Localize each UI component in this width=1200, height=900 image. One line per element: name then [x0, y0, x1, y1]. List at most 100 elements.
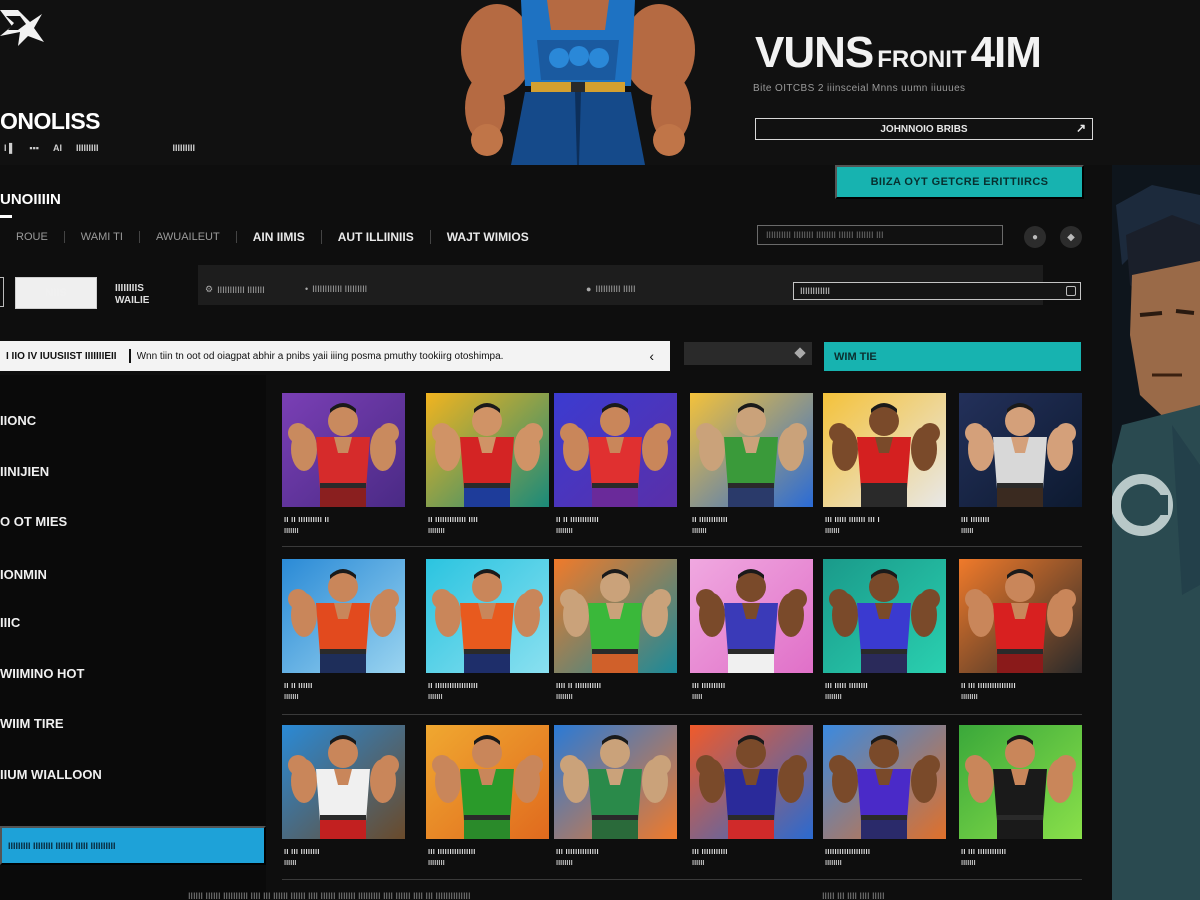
fighter-thumbnail[interactable] [554, 725, 677, 839]
arrow-icon: ↗ [1075, 121, 1086, 135]
fighter-subcaption: IIIIII [961, 526, 974, 535]
fighter-thumbnail[interactable] [690, 393, 813, 507]
filter-pill-edge[interactable] [0, 277, 4, 307]
settings-icon: ⚙ [205, 284, 214, 294]
filter-pill-side-line: WAILIE [115, 295, 150, 306]
fighter-caption: IIII II IIIIIIIIIII [556, 681, 602, 690]
tab-1[interactable]: ROUE [0, 231, 65, 243]
fighter-thumbnail[interactable] [823, 559, 946, 673]
fighter-caption: II III IIIIIIIIIIII [961, 847, 1007, 856]
brand-subnav-item[interactable]: ▪▪▪ [29, 143, 39, 153]
sidebar-cta-button[interactable]: IIIIIIIII IIIIIIII IIIIIII IIIII IIIIIII… [0, 826, 266, 865]
footer-text-right: IIIII III IIII IIII IIIII [822, 891, 885, 900]
fighter-caption: III IIIIIIIIIIIIII [556, 847, 599, 856]
brand-subnav-item[interactable]: IIIIIIIII [76, 143, 99, 153]
filter-bar-label: IIIIIIIIIII IIIIIII [217, 284, 265, 295]
fighter-thumbnail[interactable] [426, 393, 549, 507]
filter-bar-item[interactable]: • IIIIIIIIIIII IIIIIIIII [305, 284, 367, 294]
search-input[interactable] [757, 225, 1003, 245]
fighter-caption: II IIIIIIIIIIII [692, 515, 728, 524]
sidebar-item[interactable]: WIIM TIRE [0, 716, 64, 731]
brand-subnav-item[interactable]: IIIIIIIII [172, 143, 195, 153]
fighter-thumbnail[interactable] [426, 725, 549, 839]
grid-row-divider [282, 546, 1082, 547]
eye-icon[interactable]: ● [1024, 226, 1046, 248]
brand-subnav-item[interactable]: l ▌ [4, 143, 15, 153]
brand-name[interactable]: ONOLISS [0, 108, 101, 135]
hero-banner: ONOLISS l ▌ ▪▪▪ AI IIIIIIIII IIIIIIIII V… [0, 0, 1200, 165]
fighter-caption: III IIIIIIII [961, 515, 990, 524]
brand-logo-icon[interactable] [0, 6, 44, 48]
tab-4[interactable]: AIN IIMIS [237, 230, 322, 244]
square-icon[interactable] [1066, 286, 1076, 296]
hero-cta-label: JOHNNOIO BRIBS [880, 123, 968, 135]
footer-text: IIIIII IIIIII IIIIIIIIII IIII III IIIIII… [188, 891, 471, 900]
filter-pill-side[interactable]: IIIIIIIIS WAILIE [115, 283, 149, 307]
fighter-thumbnail[interactable] [959, 725, 1082, 839]
sidebar-item[interactable]: WIIMINO HOT [0, 666, 85, 681]
tab-bar: ROUE WAMI TI AWUAILEUT AIN IIMIS AUT ILL… [0, 227, 545, 247]
sidebar-item[interactable]: IIONC [0, 413, 36, 428]
fighter-subcaption: IIIIIII [692, 526, 707, 535]
hero-title-part3: 4IM [970, 28, 1042, 77]
sidebar-item[interactable]: O OT MIES [0, 514, 67, 529]
tab-3[interactable]: AWUAILEUT [140, 231, 237, 243]
fighter-thumbnail[interactable] [690, 725, 813, 839]
tab-6[interactable]: WAJT WIMIOS [431, 230, 545, 244]
hero-title-part2: FRONIT [877, 46, 967, 73]
filter-input[interactable] [793, 282, 1081, 300]
chevron-left-icon[interactable]: ‹ [633, 348, 670, 364]
sidebar-item[interactable]: IIUM WIALLOON [0, 767, 102, 782]
notice-divider [128, 349, 131, 363]
fighter-thumbnail[interactable] [426, 559, 549, 673]
fighter-thumbnail[interactable] [959, 393, 1082, 507]
tab-5[interactable]: AUT ILLIINIIS [322, 230, 431, 244]
fighter-thumbnail[interactable] [554, 559, 677, 673]
fighter-subcaption: IIIIIIII [825, 858, 842, 867]
fighter-caption: III IIIIIIIIIII [692, 847, 728, 856]
fighter-subcaption: IIIII [692, 692, 703, 701]
hero-title-part1: VUNS [755, 28, 874, 77]
fighter-thumbnail[interactable] [554, 393, 677, 507]
filter-pill-side-line: IIIIIIIIS [115, 283, 144, 294]
fighter-thumbnail[interactable] [282, 559, 405, 673]
location-icon: ● [586, 284, 592, 294]
fighter-caption: III IIIIIIIIII [692, 681, 726, 690]
sidebar-item[interactable]: IONMIN [0, 567, 47, 582]
filter-bar-item[interactable]: ● IIIIIIIIII IIIII [586, 284, 635, 294]
tag-icon[interactable]: ◆ [1060, 226, 1082, 248]
hero-title: VUNS FRONIT4IM [755, 28, 1042, 78]
fighter-thumbnail[interactable] [823, 725, 946, 839]
notice-label: I IIO IV IUUSIIST IIIIIIIEII [6, 350, 117, 362]
fighter-caption: III IIIIIIIIIIIIIIII [428, 847, 476, 856]
fighter-subcaption: IIIIIIII [428, 526, 445, 535]
sort-dropdown[interactable] [684, 342, 812, 365]
title-underline [0, 215, 12, 218]
fighter-thumbnail[interactable] [959, 559, 1082, 673]
fighter-caption: III IIIII IIIIIIII [825, 681, 868, 690]
filter-bar-label: IIIIIIIIIIII IIIIIIIII [312, 284, 368, 294]
filter-pill-main[interactable]: NIIS [15, 277, 97, 309]
filter-bar-item[interactable]: ⚙ IIIIIIIIIII IIIIIII [205, 284, 265, 295]
fighter-caption: II II IIIIII [284, 681, 313, 690]
fighter-thumbnail[interactable] [690, 559, 813, 673]
sidebar-item[interactable]: IIIC [0, 615, 20, 630]
fighter-subcaption: IIIIIIII [556, 692, 573, 701]
fighter-caption: II II IIIIIIIIIIII [556, 515, 599, 524]
sidebar-item[interactable]: IINIJIEN [0, 464, 49, 479]
brand-subnav-item[interactable]: AI [53, 143, 62, 153]
fighter-thumbnail[interactable] [282, 725, 405, 839]
fighter-thumbnail[interactable] [823, 393, 946, 507]
teal-filter-tag[interactable]: WIM TIE [824, 342, 1081, 371]
filter-bar-label: IIIIIIIIII IIIII [595, 284, 636, 294]
fighter-subcaption: IIIIIIII [556, 526, 573, 535]
teal-action-button[interactable]: BIIZA OYT GETCRE ERITTIIRCS [835, 165, 1084, 199]
panel-title: UNOIIIIN [0, 191, 61, 208]
fighter-caption: III IIIII IIIIIII III I [825, 515, 880, 524]
tab-2[interactable]: WAMI TI [65, 231, 140, 243]
fighter-caption: II III IIIIIIII [284, 847, 320, 856]
hero-cta-button[interactable]: JOHNNOIO BRIBS ↗ [755, 118, 1093, 140]
fighter-thumbnail[interactable] [282, 393, 405, 507]
side-character-illustration [1112, 165, 1200, 900]
fighter-subcaption: IIIIIIII [556, 858, 573, 867]
